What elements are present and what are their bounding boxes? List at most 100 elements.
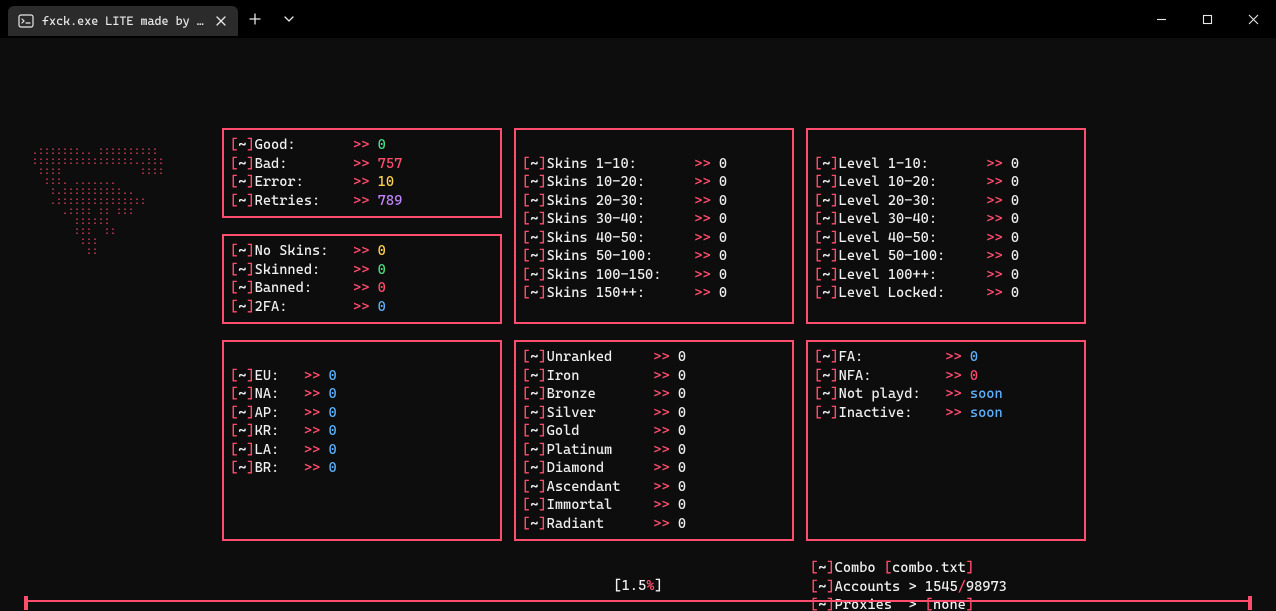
stat-value: 0 xyxy=(1011,266,1019,285)
arrow-icon: >> xyxy=(945,385,970,404)
stat-value: 0 xyxy=(1011,192,1019,211)
stat-row-retries: [~] Retries: >> 789 xyxy=(230,192,490,211)
stat-row-region-1: [~] NA: >> 0 xyxy=(230,385,490,404)
stat-row-level-3: [~] Level 30-40: >> 0 xyxy=(814,210,1074,229)
stat-value: 0 xyxy=(678,478,686,497)
arrow-icon: >> xyxy=(304,459,329,478)
close-window-button[interactable] xyxy=(1230,0,1276,38)
arrow-icon: >> xyxy=(986,266,1011,285)
stat-label: Bronze xyxy=(547,385,654,404)
stat-label: Iron xyxy=(547,367,654,386)
stat-row-rank-6: [~] Diamond >> 0 xyxy=(522,459,782,478)
stat-label: Skins 1-10: xyxy=(547,155,695,174)
stat-label: Skins 100-150: xyxy=(547,266,695,285)
stat-value: 0 xyxy=(719,229,727,248)
stat-label: Ascendant xyxy=(547,478,654,497)
arrow-icon: >> xyxy=(353,261,378,280)
progress-bar xyxy=(24,596,1252,606)
stat-value: 0 xyxy=(1011,210,1019,229)
stat-label: Level 30-40: xyxy=(839,210,987,229)
arrow-icon: >> xyxy=(653,496,678,515)
stat-value: 0 xyxy=(678,385,686,404)
arrow-icon: >> xyxy=(694,210,719,229)
stat-label: Good: xyxy=(255,136,353,155)
arrow-icon: >> xyxy=(653,385,678,404)
arrow-icon: >> xyxy=(353,242,378,261)
stat-value: 0 xyxy=(378,279,386,298)
stat-row-region-4: [~] LA: >> 0 xyxy=(230,441,490,460)
arrow-icon: >> xyxy=(304,385,329,404)
stat-label: Diamond xyxy=(547,459,654,478)
box-overall: [~] Good: >> 0[~] Bad: >> 757[~] Error: … xyxy=(222,128,502,218)
new-tab-button[interactable] xyxy=(238,4,272,34)
stat-label: Silver xyxy=(547,404,654,423)
stat-label: Immortal xyxy=(547,496,654,515)
stat-label: Banned: xyxy=(255,279,353,298)
stat-value: 0 xyxy=(1011,247,1019,266)
stat-label: NA: xyxy=(255,385,304,404)
stat-label: AP: xyxy=(255,404,304,423)
progress-cap-right xyxy=(1248,596,1252,610)
stat-value: 0 xyxy=(678,367,686,386)
stat-row-skins-3: [~] Skins 30-40: >> 0 xyxy=(522,210,782,229)
maximize-button[interactable] xyxy=(1184,0,1230,38)
stat-label: Retries: xyxy=(255,192,353,211)
arrow-icon: >> xyxy=(353,192,378,211)
stat-value: 0 xyxy=(328,367,336,386)
progress-cap-left xyxy=(24,596,28,610)
stat-row-level-4: [~] Level 40-50: >> 0 xyxy=(814,229,1074,248)
stat-label: Skins 50-100: xyxy=(547,247,695,266)
active-tab[interactable]: fxck.exe LITE made by fxck-te xyxy=(8,6,238,36)
stat-row-rank-4: [~] Gold >> 0 xyxy=(522,422,782,441)
stat-value: 10 xyxy=(378,173,394,192)
window-controls xyxy=(1138,0,1276,38)
tab-close-button[interactable] xyxy=(214,14,228,28)
stat-label: Skins 10-20: xyxy=(547,173,695,192)
stat-value: 0 xyxy=(378,298,386,317)
arrow-icon: >> xyxy=(653,348,678,367)
box-access: [~] FA: >> 0[~] NFA: >> 0[~] Not playd: … xyxy=(806,340,1086,541)
terminal-body: .:::::::.. :::::::::: :::::::::::::::::.… xyxy=(0,38,1276,611)
stat-row-level-0: [~] Level 1-10: >> 0 xyxy=(814,155,1074,174)
stat-row-skins-5: [~] Skins 50-100: >> 0 xyxy=(522,247,782,266)
stat-value: 0 xyxy=(328,441,336,460)
stat-row-region-0: [~] EU: >> 0 xyxy=(230,367,490,386)
stat-value: 0 xyxy=(719,210,727,229)
stat-label: Gold xyxy=(547,422,654,441)
stat-row-level-7: [~] Level Locked: >> 0 xyxy=(814,284,1074,303)
progress-track xyxy=(24,600,1252,602)
box-skins: [~] Skins 1-10: >> 0[~] Skins 10-20: >> … xyxy=(514,128,794,324)
arrow-icon: >> xyxy=(653,459,678,478)
box-regions: [~] EU: >> 0[~] NA: >> 0[~] AP: >> 0[~] … xyxy=(222,340,502,541)
stat-row-skins-0: [~] Skins 1-10: >> 0 xyxy=(522,155,782,174)
terminal-icon xyxy=(18,13,34,29)
arrow-icon: >> xyxy=(653,441,678,460)
arrow-icon: >> xyxy=(986,247,1011,266)
tab-dropdown-button[interactable] xyxy=(272,4,306,34)
arrow-icon: >> xyxy=(694,229,719,248)
stat-value: 0 xyxy=(1011,155,1019,174)
stat-value: 0 xyxy=(719,173,727,192)
stat-row-rank-1: [~] Iron >> 0 xyxy=(522,367,782,386)
arrow-icon: >> xyxy=(304,404,329,423)
info-combo-row: [~] Combo [ combo.txt ] xyxy=(810,559,1082,578)
arrow-icon: >> xyxy=(694,247,719,266)
minimize-button[interactable] xyxy=(1138,0,1184,38)
arrow-icon: >> xyxy=(986,173,1011,192)
stat-value: 0 xyxy=(1011,284,1019,303)
stat-row-rank-5: [~] Platinum >> 0 xyxy=(522,441,782,460)
arrow-icon: >> xyxy=(986,192,1011,211)
arrow-icon: >> xyxy=(694,192,719,211)
stat-value: 0 xyxy=(719,192,727,211)
stat-label: Platinum xyxy=(547,441,654,460)
stat-label: LA: xyxy=(255,441,304,460)
window-titlebar: fxck.exe LITE made by fxck-te xyxy=(0,0,1276,38)
arrow-icon: >> xyxy=(945,404,970,423)
arrow-icon: >> xyxy=(653,367,678,386)
stat-value: 0 xyxy=(678,459,686,478)
stat-value: 0 xyxy=(328,422,336,441)
stat-row-level-6: [~] Level 100++: >> 0 xyxy=(814,266,1074,285)
stat-label: Skins 20-30: xyxy=(547,192,695,211)
stat-label: Error: xyxy=(255,173,353,192)
stat-row-skins-2: [~] Skins 20-30: >> 0 xyxy=(522,192,782,211)
